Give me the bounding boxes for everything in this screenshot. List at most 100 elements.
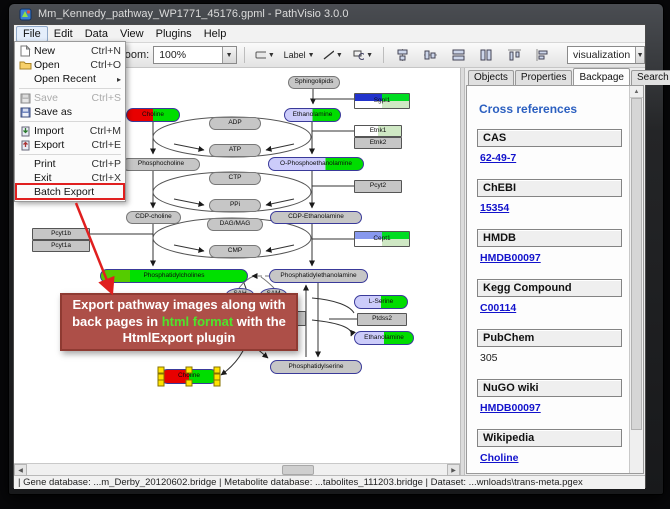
status-bar: | Gene database: ...m_Derby_20120602.bri… <box>14 475 645 489</box>
pathway-node-phosphatidylserine[interactable]: Phosphatidylserine <box>270 360 362 374</box>
pathway-node-ethanolamine[interactable]: Ethanolamine <box>284 108 341 122</box>
file-menu-open-recent[interactable]: Open Recent ▸ <box>15 72 125 86</box>
tab-objects[interactable]: Objects <box>468 70 514 85</box>
align-left-icon <box>536 49 549 61</box>
selection-handle[interactable] <box>186 367 193 374</box>
pathway-node-label: PPi <box>230 202 240 209</box>
menu-view[interactable]: View <box>114 27 150 41</box>
pathway-node-atp[interactable]: ATP <box>209 144 261 157</box>
file-menu-export[interactable]: Export Ctrl+E <box>15 138 125 152</box>
align-center-x-button[interactable] <box>391 45 415 65</box>
pathway-node-cept1[interactable]: Cept1 <box>354 231 410 247</box>
new-line-button[interactable]: ▼ <box>320 45 345 65</box>
pathway-node-label: ATP <box>229 147 241 154</box>
pathway-node-label: CDP-choline <box>135 214 172 221</box>
pathway-node-adp[interactable]: ADP <box>209 117 261 130</box>
pathway-node-cmp[interactable]: CMP <box>209 245 261 258</box>
zoom-value: 100% <box>154 49 221 61</box>
pathway-node-ctp[interactable]: CTP <box>209 172 261 185</box>
pathway-node-phosphatidylethanolamine[interactable]: Phosphatidylethanolamine <box>269 269 368 283</box>
pathway-node-sgpl1[interactable]: Sgpl1 <box>354 93 410 109</box>
menu-file[interactable]: File <box>16 26 48 42</box>
visualization-combobox[interactable]: visualization ▼ <box>567 46 645 64</box>
pathway-node-etnk2[interactable]: Etnk2 <box>354 137 402 149</box>
file-menu-new[interactable]: New Ctrl+N <box>15 44 125 58</box>
scroll-up-icon[interactable]: ▲ <box>630 86 643 98</box>
pathway-node-phosphocholine[interactable]: Phosphocholine <box>122 158 200 171</box>
pathway-node-dag-mag[interactable]: DAG/MAG <box>207 218 263 231</box>
align-center-y-icon <box>424 49 437 61</box>
zoom-combobox[interactable]: 100% ▼ <box>153 46 236 64</box>
pathway-node-sphingolipids[interactable]: Sphingolipids <box>288 76 340 89</box>
shape-tool-icon <box>353 50 364 60</box>
align-center-y-button[interactable] <box>419 45 443 65</box>
pathway-node-cdp-ethanolamine[interactable]: CDP-Ethanolamine <box>270 211 362 224</box>
h-scrollbar-thumb[interactable] <box>282 465 314 475</box>
crossref-link-cas[interactable]: 62-49-7 <box>480 152 516 164</box>
file-menu-save-as[interactable]: Save as <box>15 105 125 119</box>
pathway-node-label: O-Phosphoethanolamine <box>280 161 352 168</box>
match-width-icon <box>452 49 465 61</box>
selection-handle[interactable] <box>186 380 193 387</box>
file-menu-exit[interactable]: Exit Ctrl+X <box>15 171 125 185</box>
scroll-right-icon[interactable]: ▶ <box>447 464 460 476</box>
pathway-node-pcyt2[interactable]: Pcyt2 <box>354 180 402 193</box>
pathway-node-ppi[interactable]: PPi <box>209 199 261 212</box>
menu-separator <box>19 154 121 155</box>
pathway-node-label: Ethanolamine <box>364 335 404 342</box>
pathway-node-label: Phosphatidylserine <box>289 364 344 371</box>
crossref-link-kegg[interactable]: C00114 <box>480 302 516 314</box>
tab-search[interactable]: Search <box>631 70 670 85</box>
pathway-node-ethanolamine-2[interactable]: Ethanolamine <box>354 331 414 345</box>
panel-scrollbar[interactable]: ▲ <box>629 86 643 473</box>
new-label-button[interactable]: Label ▼ <box>282 45 317 65</box>
pathway-node-pcyt1b[interactable]: Pcyt1b <box>32 228 90 240</box>
scroll-left-icon[interactable]: ◀ <box>14 464 27 476</box>
menu-help[interactable]: Help <box>198 27 233 41</box>
file-menu-print[interactable]: Print Ctrl+P <box>15 157 125 171</box>
import-icon <box>17 125 34 137</box>
crossref-link-wikipedia[interactable]: Choline <box>480 452 519 464</box>
new-shape-button[interactable]: ▼ <box>350 45 376 65</box>
pathway-node-o-phosphoethanolamine[interactable]: O-Phosphoethanolamine <box>268 157 364 171</box>
side-panel-tabs: Objects Properties Backpage Search Legen… <box>465 68 645 85</box>
pathway-node-phosphatidylcholines[interactable]: Phosphatidylcholines <box>100 269 248 283</box>
chevron-down-icon[interactable]: ▼ <box>222 47 236 63</box>
pathway-node-choline[interactable]: Choline <box>126 108 180 122</box>
menu-data[interactable]: Data <box>79 27 114 41</box>
file-menu-batch-export[interactable]: Batch Export <box>15 185 125 199</box>
file-menu-import[interactable]: Import Ctrl+M <box>15 124 125 138</box>
align-top-button[interactable] <box>503 45 527 65</box>
crossref-link-hmdb[interactable]: HMDB00097 <box>480 252 541 264</box>
datanode-icon <box>255 50 266 60</box>
tab-backpage[interactable]: Backpage <box>573 68 629 85</box>
file-menu: New Ctrl+N Open Ctrl+O Open Recent ▸ Sav… <box>14 41 126 202</box>
crossref-header-nugo: NuGO wiki <box>477 379 622 397</box>
menu-plugins[interactable]: Plugins <box>150 27 198 41</box>
selection-handle[interactable] <box>214 380 221 387</box>
chevron-down-icon[interactable]: ▼ <box>635 47 644 63</box>
client-area: File Edit Data View Plugins Help Zoom: 1… <box>13 24 646 488</box>
match-height-icon <box>480 49 493 61</box>
pathway-node-cdp-choline[interactable]: CDP-choline <box>126 211 181 224</box>
tab-properties[interactable]: Properties <box>515 70 573 85</box>
align-left-button[interactable] <box>531 45 555 65</box>
menu-edit[interactable]: Edit <box>48 27 79 41</box>
pathway-node-etnk1[interactable]: Etnk1 <box>354 125 402 137</box>
pathway-node-ptdss2[interactable]: Ptdss2 <box>357 313 407 326</box>
crossref-link-chebi[interactable]: 15354 <box>480 202 509 214</box>
pathway-node-choline-selected[interactable]: Choline <box>160 369 218 384</box>
file-menu-open[interactable]: Open Ctrl+O <box>15 58 125 72</box>
v-scrollbar-thumb[interactable] <box>631 98 642 430</box>
status-text: | Gene database: ...m_Derby_20120602.bri… <box>18 477 583 488</box>
pathway-node-pcyt1a[interactable]: Pcyt1a <box>32 240 90 252</box>
selection-handle[interactable] <box>158 380 165 387</box>
pathway-node-l-serine[interactable]: L-Serine <box>354 295 408 309</box>
pathway-node-label: Cept1 <box>373 236 390 243</box>
horizontal-scrollbar[interactable]: ◀ ▶ <box>14 463 460 475</box>
new-datanode-button[interactable]: ▼ <box>252 45 278 65</box>
crossref-link-nugo[interactable]: HMDB00097 <box>480 402 541 414</box>
title-bar[interactable]: Mm_Kennedy_pathway_WP1771_45176.gpml - P… <box>9 4 663 24</box>
match-width-button[interactable] <box>447 45 471 65</box>
match-height-button[interactable] <box>475 45 499 65</box>
